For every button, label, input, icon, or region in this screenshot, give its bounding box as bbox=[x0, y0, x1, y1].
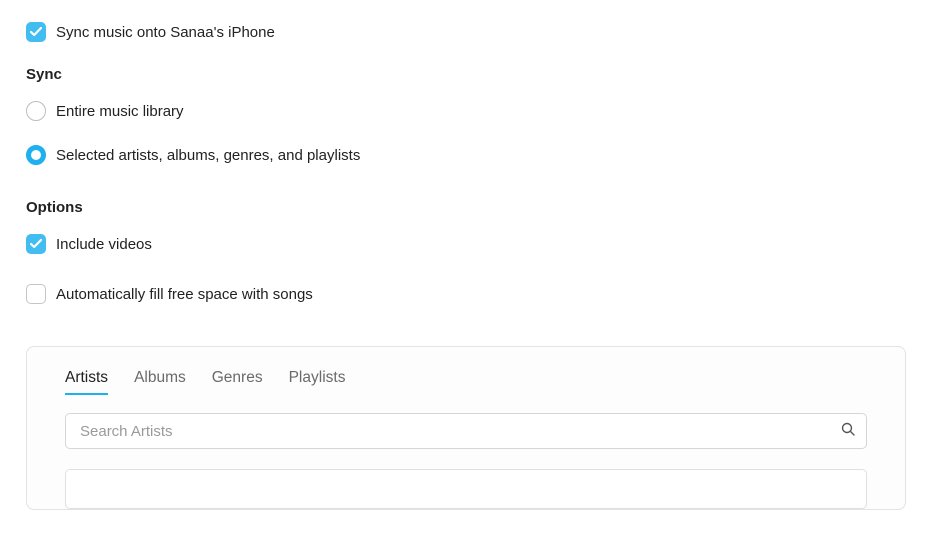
sync-selected-label: Selected artists, albums, genres, and pl… bbox=[56, 147, 360, 164]
search-input[interactable] bbox=[65, 413, 867, 449]
include-videos-label: Include videos bbox=[56, 236, 152, 253]
sync-entire-label: Entire music library bbox=[56, 103, 184, 120]
tabs: Artists Albums Genres Playlists bbox=[65, 369, 867, 395]
tab-playlists[interactable]: Playlists bbox=[289, 369, 346, 395]
check-icon bbox=[30, 27, 42, 37]
selection-panel: Artists Albums Genres Playlists bbox=[26, 346, 906, 510]
search-wrap bbox=[65, 413, 867, 449]
options-heading: Options bbox=[26, 199, 906, 216]
include-videos-row: Include videos bbox=[26, 234, 906, 254]
sync-entire-row: Entire music library bbox=[26, 101, 906, 121]
sync-master-label: Sync music onto Sanaa's iPhone bbox=[56, 24, 275, 41]
auto-fill-checkbox[interactable] bbox=[26, 284, 46, 304]
sync-entire-radio[interactable] bbox=[26, 101, 46, 121]
auto-fill-label: Automatically fill free space with songs bbox=[56, 286, 313, 303]
tab-albums[interactable]: Albums bbox=[134, 369, 186, 395]
sync-master-checkbox[interactable] bbox=[26, 22, 46, 42]
sync-selected-radio[interactable] bbox=[26, 145, 46, 165]
auto-fill-row: Automatically fill free space with songs bbox=[26, 284, 906, 304]
tab-genres[interactable]: Genres bbox=[212, 369, 263, 395]
check-icon bbox=[30, 239, 42, 249]
sync-selected-row: Selected artists, albums, genres, and pl… bbox=[26, 145, 906, 165]
sync-heading: Sync bbox=[26, 66, 906, 83]
sync-master-row: Sync music onto Sanaa's iPhone bbox=[26, 22, 906, 42]
tab-artists[interactable]: Artists bbox=[65, 369, 108, 395]
music-sync-settings: Sync music onto Sanaa's iPhone Sync Enti… bbox=[0, 0, 932, 510]
results-list[interactable] bbox=[65, 469, 867, 509]
include-videos-checkbox[interactable] bbox=[26, 234, 46, 254]
